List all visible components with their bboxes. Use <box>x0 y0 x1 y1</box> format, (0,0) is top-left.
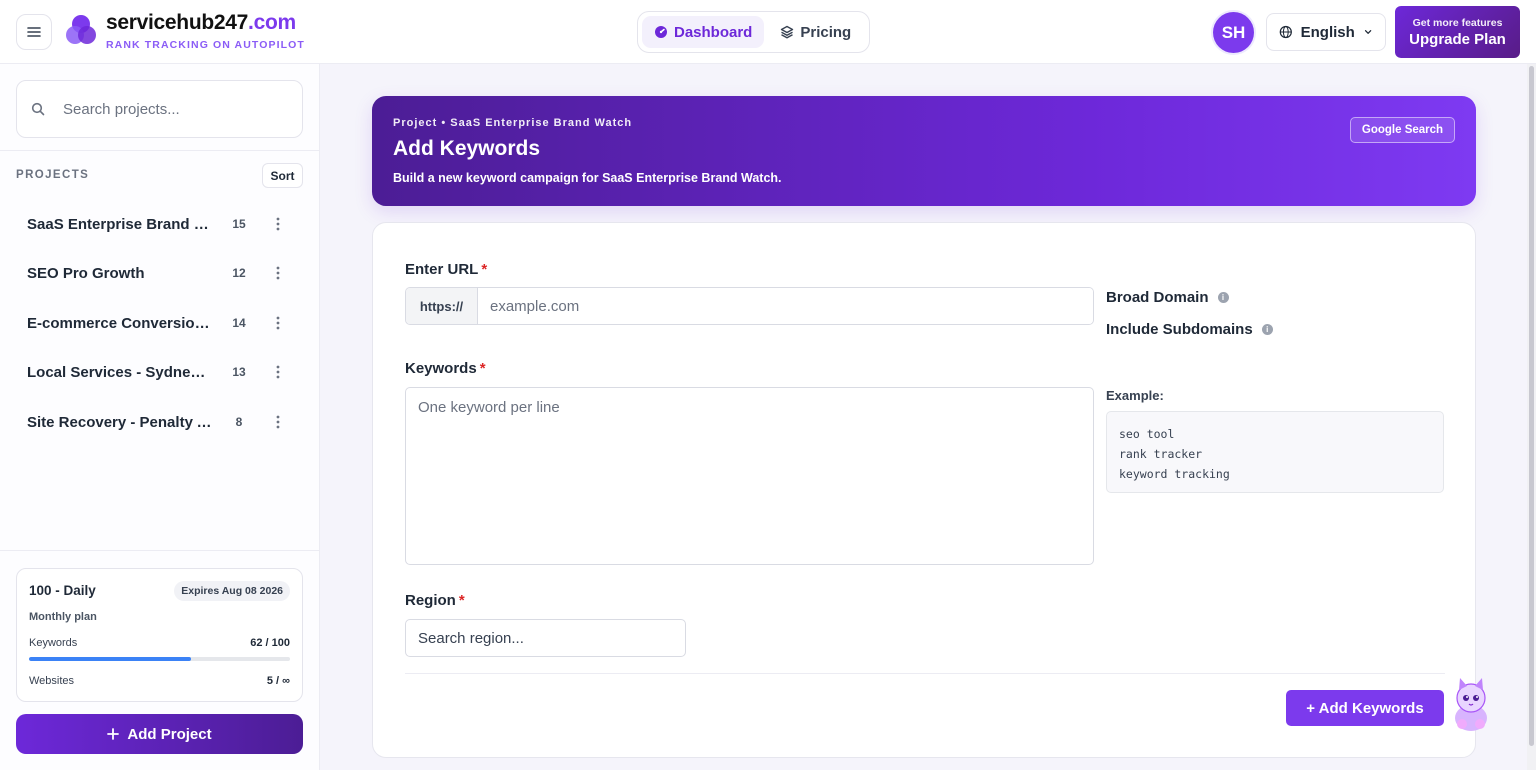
chevron-down-icon <box>1364 30 1372 34</box>
nav-tab-pricing[interactable]: Pricing <box>768 16 863 48</box>
sort-projects-button[interactable]: Sort <box>262 163 303 188</box>
example-line: seo tool <box>1119 427 1175 441</box>
kebab-menu-icon[interactable] <box>270 413 286 431</box>
brand-name: servicehub247.com <box>106 11 296 34</box>
add-keywords-button[interactable]: + Add Keywords <box>1286 690 1444 726</box>
info-icon[interactable]: i <box>1261 324 1273 335</box>
dashboard-gauge-icon <box>655 26 667 38</box>
language-selector[interactable]: English <box>1266 13 1386 51</box>
brand-tagline: RANK TRACKING ON AUTOPILOT <box>106 39 305 51</box>
plan-keywords-value: 62 / 100 <box>250 637 290 649</box>
nav-tab-dashboard-label: Dashboard <box>674 23 753 41</box>
search-icon <box>31 102 45 116</box>
sidebar-divider <box>0 550 320 551</box>
form-divider <box>405 673 1445 674</box>
plan-title: 100 - Daily <box>29 583 96 598</box>
plan-websites-value: 5 / ∞ <box>266 675 290 687</box>
upgrade-small-text: Get more features <box>1412 16 1503 29</box>
brand-tld: .com <box>248 11 296 34</box>
kebab-menu-icon[interactable] <box>270 215 286 233</box>
required-mark: * <box>481 261 488 278</box>
plus-icon <box>107 728 120 740</box>
broad-domain-label: Broad Domain <box>1106 289 1209 306</box>
project-name: Local Services - Sydney Metro <box>27 363 212 381</box>
project-count: 13 <box>232 365 246 379</box>
sidebar: PROJECTS Sort SaaS Enterprise Brand Watc… <box>0 64 320 770</box>
top-header: servicehub247.com RANK TRACKING ON AUTOP… <box>0 0 1536 64</box>
keywords-progress-fill <box>29 657 191 661</box>
main-nav: Dashboard Pricing <box>637 11 870 53</box>
language-label: English <box>1300 23 1355 41</box>
example-line: rank tracker <box>1119 447 1203 461</box>
add-project-label: Add Project <box>127 725 212 743</box>
project-count: 12 <box>232 266 246 280</box>
required-mark: * <box>458 592 465 609</box>
google-search-button[interactable]: Google Search <box>1350 117 1455 143</box>
page-banner: Project • SaaS Enterprise Brand Watch Ad… <box>372 96 1476 206</box>
url-input[interactable] <box>478 288 1093 324</box>
project-search-input[interactable] <box>63 100 273 118</box>
example-label: Example: <box>1106 388 1164 403</box>
sidebar-divider <box>0 150 320 151</box>
project-name: E-commerce Conversions <box>27 314 212 332</box>
include-subdomains-label: Include Subdomains <box>1106 321 1253 338</box>
url-label: Enter URL * <box>405 261 488 278</box>
project-count: 15 <box>232 217 246 231</box>
project-item[interactable]: SEO Pro Growth 12 <box>16 253 303 293</box>
example-box: seo tool rank tracker keyword tracking <box>1106 411 1444 493</box>
url-prefix: https:// <box>406 288 478 324</box>
page-subtitle: Build a new keyword campaign for SaaS En… <box>393 171 782 185</box>
project-search[interactable] <box>16 80 303 138</box>
required-mark: * <box>479 360 486 377</box>
page-title: Add Keywords <box>393 137 541 160</box>
project-item[interactable]: Local Services - Sydney Metro 13 <box>16 352 303 392</box>
hamburger-icon <box>27 27 41 37</box>
plan-expiry-badge: Expires Aug 08 2026 <box>174 581 290 601</box>
broad-domain-option[interactable]: Broad Domain i <box>1106 289 1229 306</box>
upgrade-plan-button[interactable]: Get more features Upgrade Plan <box>1395 6 1520 58</box>
url-input-group[interactable]: https:// <box>405 287 1094 325</box>
region-label: Region * <box>405 592 465 609</box>
plan-card: 100 - Daily Expires Aug 08 2026 Monthly … <box>16 568 303 702</box>
plan-websites-label: Websites <box>29 675 75 687</box>
layers-icon <box>781 25 794 39</box>
brand-logo-icon[interactable] <box>64 13 98 47</box>
kebab-menu-icon[interactable] <box>270 264 286 282</box>
add-project-button[interactable]: Add Project <box>16 714 303 754</box>
region-search-input[interactable] <box>405 619 686 657</box>
plan-subtitle: Monthly plan <box>29 611 97 623</box>
upgrade-big-text: Upgrade Plan <box>1409 30 1506 48</box>
user-avatar[interactable]: SH <box>1213 12 1254 53</box>
plan-websites-row: Websites 5 / ∞ <box>29 675 290 687</box>
project-count: 8 <box>235 415 243 429</box>
kebab-menu-icon[interactable] <box>270 314 286 332</box>
keywords-textarea[interactable] <box>405 387 1094 565</box>
keywords-label: Keywords * <box>405 360 486 377</box>
nav-tab-dashboard[interactable]: Dashboard <box>642 16 765 48</box>
nav-tab-pricing-label: Pricing <box>800 23 852 41</box>
projects-heading: PROJECTS <box>16 169 90 181</box>
brand[interactable]: servicehub247.com RANK TRACKING ON AUTOP… <box>106 11 305 51</box>
cat-mascot-icon[interactable] <box>1446 674 1496 734</box>
example-line: keyword tracking <box>1119 467 1230 481</box>
include-subdomains-option[interactable]: Include Subdomains i <box>1106 321 1273 338</box>
project-item[interactable]: Site Recovery - Penalty Audit 8 <box>16 402 303 442</box>
plan-keywords-label: Keywords <box>29 637 78 649</box>
add-keywords-form: Enter URL* https:// Broad Domain i Inclu… <box>372 222 1476 758</box>
project-count: 14 <box>232 316 246 330</box>
kebab-menu-icon[interactable] <box>270 363 286 381</box>
project-name: SaaS Enterprise Brand Watch <box>27 215 212 233</box>
project-name: SEO Pro Growth <box>27 264 145 282</box>
menu-toggle-button[interactable] <box>16 14 52 50</box>
plan-keywords-row: Keywords 62 / 100 <box>29 637 290 649</box>
globe-icon <box>1279 25 1292 39</box>
project-item[interactable]: E-commerce Conversions 14 <box>16 303 303 343</box>
info-icon[interactable]: i <box>1217 292 1229 303</box>
breadcrumb: Project • SaaS Enterprise Brand Watch <box>393 117 633 129</box>
page-scrollbar-thumb[interactable] <box>1529 66 1534 746</box>
project-name: Site Recovery - Penalty Audit <box>27 413 212 431</box>
keywords-progress-bar <box>29 657 290 661</box>
project-item[interactable]: SaaS Enterprise Brand Watch 15 <box>16 204 303 244</box>
